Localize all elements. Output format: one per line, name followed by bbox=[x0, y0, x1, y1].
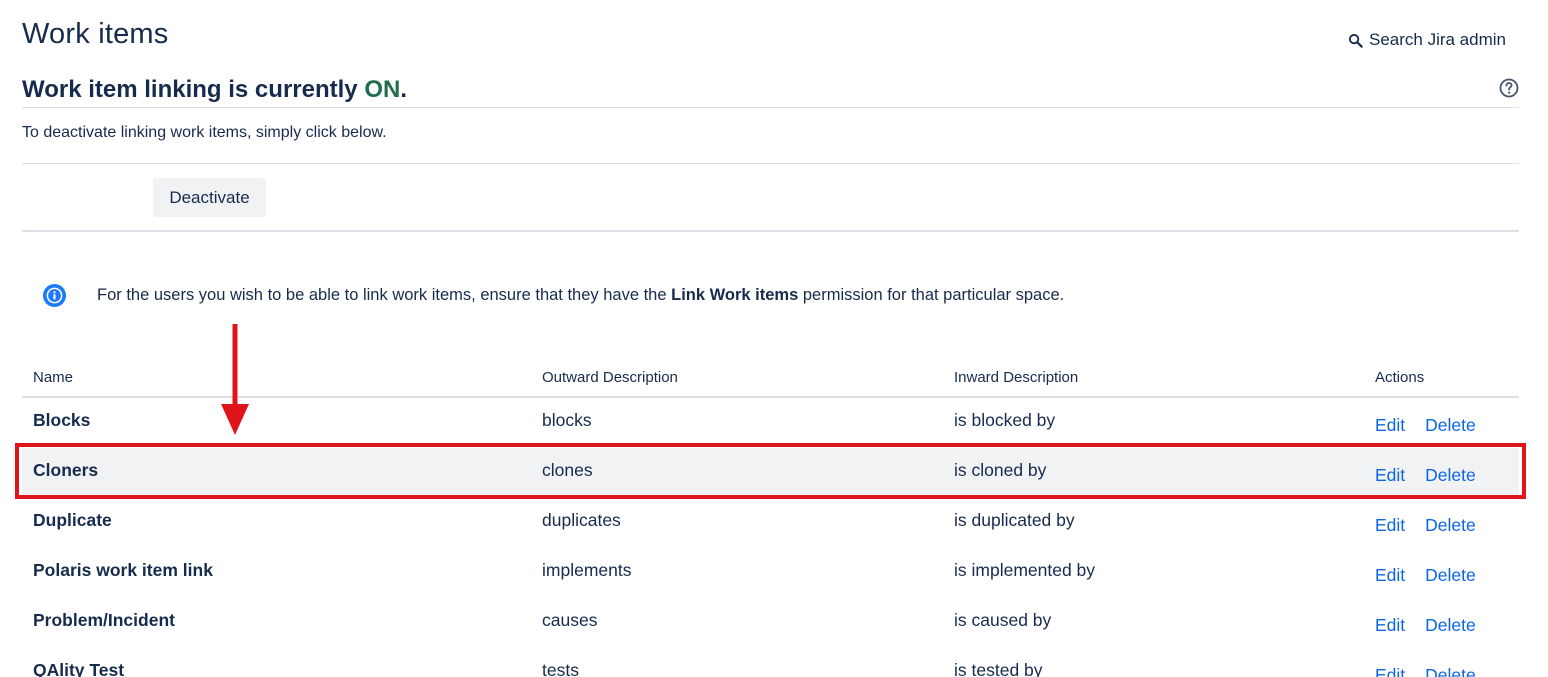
outward-description: tests bbox=[542, 660, 579, 677]
annotation-arrow-icon bbox=[221, 324, 249, 435]
table-row: Polaris work item link implements is imp… bbox=[22, 548, 1519, 598]
row-actions: Edit Delete bbox=[1375, 515, 1476, 536]
inward-description: is duplicated by bbox=[954, 510, 1075, 530]
row-actions: Edit Delete bbox=[1375, 415, 1476, 436]
linking-status-heading: Work item linking is currently ON. bbox=[22, 76, 407, 104]
work-items-admin-page: Work items Search Jira admin Work item l… bbox=[0, 0, 1548, 677]
edit-link[interactable]: Edit bbox=[1375, 615, 1405, 636]
row-actions: Edit Delete bbox=[1375, 615, 1476, 636]
info-message: For the users you wish to be able to lin… bbox=[42, 283, 1064, 308]
delete-link[interactable]: Delete bbox=[1425, 415, 1476, 436]
link-name: Cloners bbox=[33, 460, 99, 480]
link-name: Blocks bbox=[33, 410, 91, 430]
header-name: Name bbox=[33, 369, 74, 386]
link-name: Problem/Incident bbox=[33, 610, 175, 630]
divider bbox=[22, 230, 1519, 232]
search-jira-admin-link[interactable]: Search Jira admin bbox=[1348, 30, 1506, 50]
outward-description: clones bbox=[542, 460, 593, 480]
delete-link[interactable]: Delete bbox=[1425, 465, 1476, 486]
page-title: Work items bbox=[22, 18, 169, 50]
outward-description: blocks bbox=[542, 410, 592, 430]
table-row: Problem/Incident causes is caused by Edi… bbox=[22, 598, 1519, 648]
inward-description: is caused by bbox=[954, 610, 1052, 630]
inward-description: is implemented by bbox=[954, 560, 1096, 580]
delete-link[interactable]: Delete bbox=[1425, 565, 1476, 586]
edit-link[interactable]: Edit bbox=[1375, 665, 1405, 677]
link-name: QAlity Test bbox=[33, 660, 125, 677]
edit-link[interactable]: Edit bbox=[1375, 515, 1405, 536]
info-text: For the users you wish to be able to lin… bbox=[97, 286, 1064, 305]
edit-link[interactable]: Edit bbox=[1375, 565, 1405, 586]
table-row: Duplicate duplicates is duplicated by Ed… bbox=[22, 498, 1519, 548]
deactivate-button[interactable]: Deactivate bbox=[153, 178, 266, 217]
delete-link[interactable]: Delete bbox=[1425, 665, 1476, 677]
divider bbox=[22, 107, 1519, 108]
link-name: Duplicate bbox=[33, 510, 112, 530]
delete-link[interactable]: Delete bbox=[1425, 515, 1476, 536]
link-name: Polaris work item link bbox=[33, 560, 213, 580]
header-inward-description: Inward Description bbox=[954, 369, 1079, 386]
status-heading-prefix: Work item linking is currently bbox=[22, 76, 365, 103]
search-jira-admin-label: Search Jira admin bbox=[1368, 30, 1506, 49]
outward-description: duplicates bbox=[542, 510, 621, 530]
edit-link[interactable]: Edit bbox=[1375, 415, 1405, 436]
outward-description: implements bbox=[542, 560, 632, 580]
row-actions: Edit Delete bbox=[1375, 565, 1476, 586]
edit-link[interactable]: Edit bbox=[1375, 465, 1405, 486]
outward-description: causes bbox=[542, 610, 598, 630]
search-icon bbox=[1348, 33, 1363, 48]
status-on-label: ON bbox=[364, 76, 401, 103]
row-actions: Edit Delete bbox=[1375, 465, 1476, 486]
inward-description: is tested by bbox=[954, 660, 1043, 677]
help-icon[interactable] bbox=[1499, 78, 1519, 98]
deactivate-description: To deactivate linking work items, simply… bbox=[22, 124, 387, 141]
status-heading-suffix: . bbox=[400, 76, 407, 103]
inward-description: is blocked by bbox=[954, 410, 1056, 430]
info-text-before: For the users you wish to be able to lin… bbox=[97, 286, 672, 304]
divider bbox=[22, 163, 1519, 164]
table-row: Cloners clones is cloned by Edit Delete bbox=[22, 448, 1519, 498]
table-row: QAlity Test tests is tested by Edit Dele… bbox=[22, 648, 1519, 677]
row-actions: Edit Delete bbox=[1375, 665, 1476, 677]
info-icon bbox=[42, 283, 67, 308]
info-text-permission: Link Work items bbox=[671, 286, 799, 304]
header-actions: Actions bbox=[1375, 369, 1425, 386]
delete-link[interactable]: Delete bbox=[1425, 615, 1476, 636]
header-outward-description: Outward Description bbox=[542, 369, 678, 386]
info-text-after: permission for that particular space. bbox=[798, 286, 1065, 304]
inward-description: is cloned by bbox=[954, 460, 1047, 480]
